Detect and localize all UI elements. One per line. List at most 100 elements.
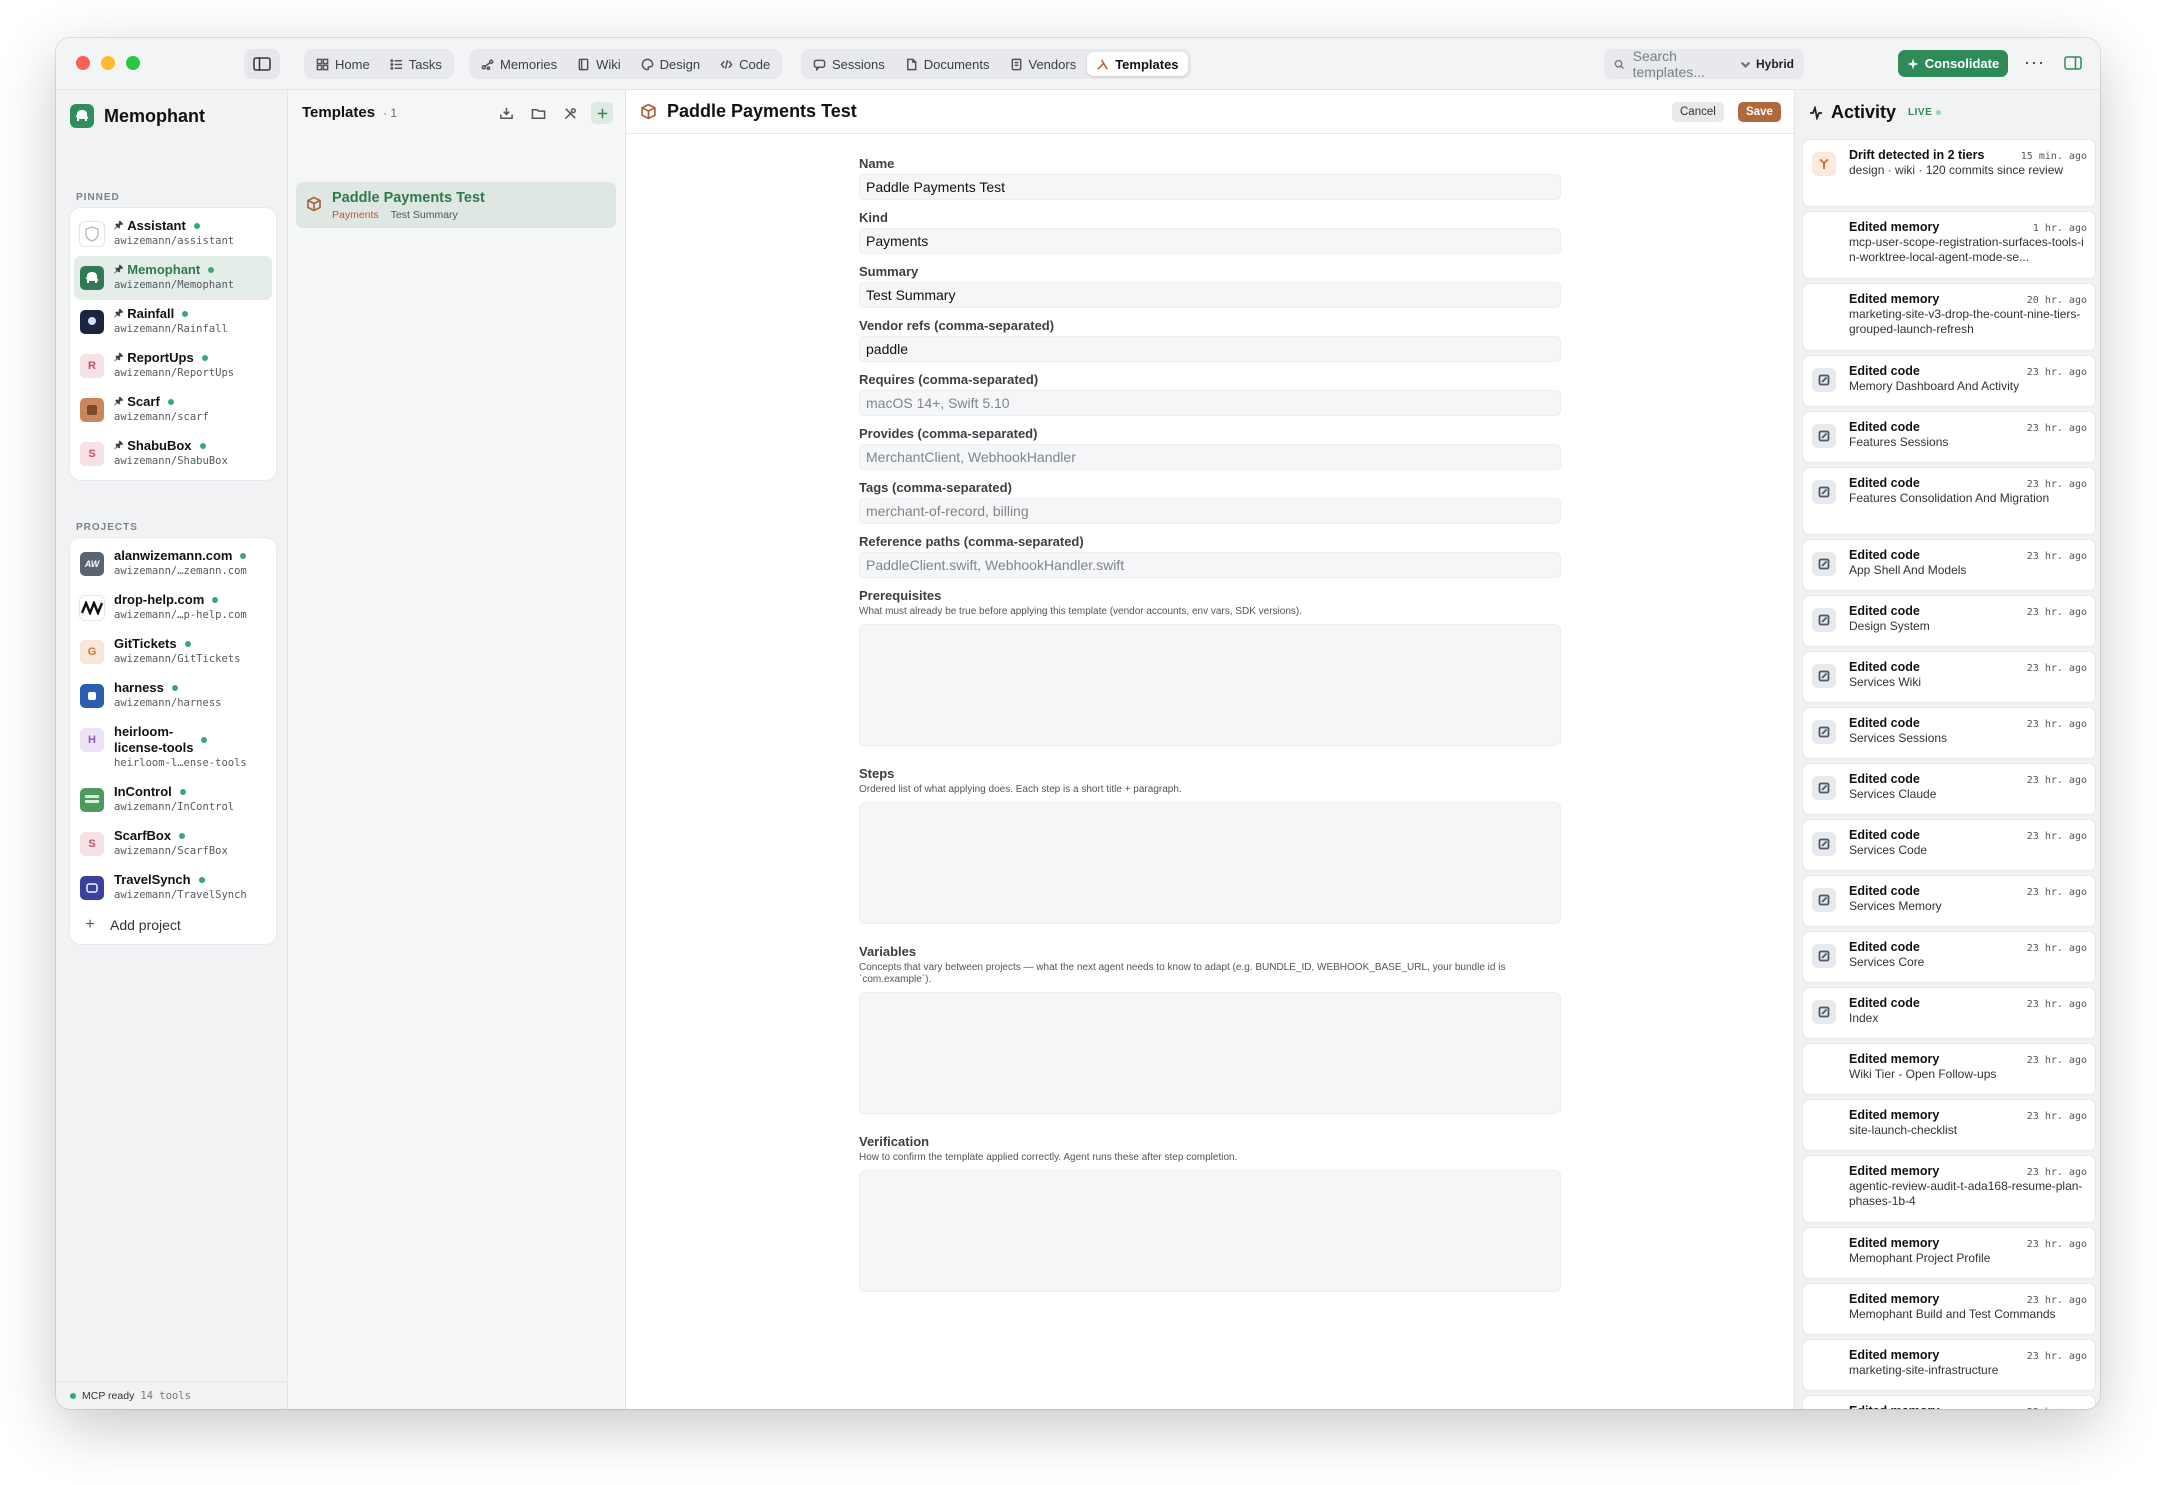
activity-icon: [1812, 776, 1836, 800]
tab-home[interactable]: Home: [307, 52, 379, 76]
activity-item[interactable]: Edited code 23 hr. ago Index: [1803, 988, 2095, 1038]
activity-item[interactable]: Edited memory 20 hr. ago marketing-site-v3…: [1803, 284, 2095, 350]
activity-time: 20 hr. ago: [2026, 295, 2087, 306]
activity-icon: [1812, 1056, 1836, 1080]
activity-item[interactable]: Edited memory 23 hr. ago agentic-review-au…: [1803, 1156, 2095, 1222]
activity-item[interactable]: Edited memory 1 hr. ago mcp-user-scope-reg…: [1803, 212, 2095, 278]
vendor-refs-input[interactable]: paddle: [859, 336, 1561, 362]
summary-input[interactable]: Test Summary: [859, 282, 1561, 308]
activity-description: marketing-site-infrastructure: [1849, 1363, 1999, 1377]
inspector-toggle-button[interactable]: [2060, 51, 2086, 75]
steps-textarea[interactable]: [859, 802, 1561, 924]
live-badge: LIVE: [1908, 107, 1942, 118]
activity-item[interactable]: Edited code 23 hr. ago Features Consolidat…: [1803, 468, 2095, 534]
project-avatar: [80, 398, 104, 422]
project-item-rainfall[interactable]: 🖈 Rainfall awizemann/Rainfall: [74, 300, 272, 344]
add-template-button[interactable]: [591, 102, 613, 124]
pin-icon: 🖈: [114, 308, 124, 319]
grid-icon: [316, 58, 329, 70]
tab-documents[interactable]: Documents: [896, 52, 999, 76]
project-item-drop-help-com[interactable]: drop-help.com awizemann/…p-help.com: [74, 586, 272, 630]
tags-input[interactable]: merchant-of-record, billing: [859, 498, 1561, 524]
project-item-incontrol[interactable]: InControl awizemann/InControl: [74, 778, 272, 822]
reference-paths-input[interactable]: PaddleClient.swift, WebhookHandler.swift: [859, 552, 1561, 578]
project-item-memophant[interactable]: 🖈 Memophant awizemann/Memophant: [74, 256, 272, 300]
project-item-gittickets[interactable]: G GitTickets awizemann/GitTickets: [74, 630, 272, 674]
kind-input[interactable]: Payments: [859, 228, 1561, 254]
status-dot: [240, 553, 247, 559]
activity-title-text: Edited code: [1849, 604, 1920, 618]
activity-time: 23 hr. ago: [2026, 943, 2087, 954]
consolidate-button[interactable]: Consolidate: [1898, 50, 2008, 77]
reference-paths-label: Reference paths (comma-separated): [859, 534, 1084, 549]
project-item-assistant[interactable]: 🖈 Assistant awizemann/assistant: [74, 212, 272, 256]
project-item-travelsynch[interactable]: TravelSynch awizemann/TravelSynch: [74, 866, 272, 910]
activity-item[interactable]: Edited memory 23 hr. ago marketing-site-in…: [1803, 1340, 2095, 1390]
project-item-scarf[interactable]: 🖈 Scarf awizemann/scarf: [74, 388, 272, 432]
add-project-button[interactable]: + Add project: [74, 910, 272, 940]
activity-item[interactable]: Edited memory 23 hr. ago Memophant Project…: [1803, 1228, 2095, 1278]
edit-code-icon: [1818, 486, 1830, 498]
activity-item[interactable]: Edited code 23 hr. ago Features Sessions: [1803, 412, 2095, 462]
edit-code-icon: [1818, 838, 1830, 850]
save-button[interactable]: Save: [1738, 102, 1781, 122]
tab-wiki[interactable]: Wiki: [568, 52, 630, 76]
provides-input[interactable]: MerchantClient, WebhookHandler: [859, 444, 1561, 470]
activity-item[interactable]: Edited memory23 hr. agomain-thread-hang-…: [1803, 1396, 2095, 1409]
tab-design[interactable]: Design: [632, 52, 709, 76]
template-summary: Test Summary: [390, 209, 458, 221]
requires-input[interactable]: macOS 14+, Swift 5.10: [859, 390, 1561, 416]
project-item-alanwizemann-com[interactable]: AW alanwizemann.com awizemann/…zemann.com: [74, 542, 272, 586]
editor-header: Paddle Payments Test: [626, 90, 1794, 134]
sidebar-toggle-button[interactable]: [244, 49, 280, 79]
template-tools-button[interactable]: [559, 102, 581, 124]
project-item-heirloom-license-tools[interactable]: Hheirloom-license-tools heirloom-l…ense-t…: [74, 718, 272, 778]
more-button[interactable]: ···: [2024, 52, 2045, 73]
vendor-refs-field-group: Vendor refs (comma-separated) paddle: [859, 318, 1561, 362]
zoom-window-button[interactable]: [126, 56, 140, 70]
tab-sessions[interactable]: Sessions: [804, 52, 894, 76]
activity-item[interactable]: Edited code 23 hr. ago Services Code: [1803, 820, 2095, 870]
project-item-scarfbox[interactable]: S ScarfBox awizemann/ScarfBox: [74, 822, 272, 866]
open-folder-button[interactable]: [527, 102, 549, 124]
activity-item[interactable]: Edited code 23 hr. ago Services Sessions: [1803, 708, 2095, 758]
name-input[interactable]: Paddle Payments Test: [859, 174, 1561, 200]
activity-title-text: Edited memory: [1849, 1236, 1940, 1250]
project-name-text: Assistant: [127, 218, 186, 233]
project-item-shabubox[interactable]: S 🖈 ShabuBox awizemann/ShabuBox: [74, 432, 272, 476]
tab-label: Vendors: [1028, 56, 1077, 72]
project-item-harness[interactable]: harness awizemann/harness: [74, 674, 272, 718]
activity-item[interactable]: Edited code 23 hr. ago Services Memory: [1803, 876, 2095, 926]
project-item-reportups[interactable]: R 🖈 ReportUps awizemann/ReportUps: [74, 344, 272, 388]
activity-item[interactable]: Drift detected in 2 tiers 15 min. ago desi…: [1803, 140, 2095, 206]
minimize-window-button[interactable]: [101, 56, 115, 70]
search-mode-dropdown[interactable]: Hybrid: [1739, 57, 1794, 71]
activity-item[interactable]: Edited code 23 hr. ago App Shell And Model…: [1803, 540, 2095, 590]
activity-title-text: Edited memory: [1849, 1404, 1939, 1409]
verification-textarea[interactable]: [859, 1170, 1561, 1292]
tab-memories[interactable]: Memories: [472, 52, 566, 76]
cancel-button[interactable]: Cancel: [1672, 102, 1724, 122]
edit-code-icon: [1818, 726, 1830, 738]
close-window-button[interactable]: [76, 56, 90, 70]
tab-templates[interactable]: Templates: [1087, 52, 1188, 76]
import-template-button[interactable]: [495, 102, 517, 124]
variables-textarea[interactable]: [859, 992, 1561, 1114]
tab-tasks[interactable]: Tasks: [381, 52, 451, 76]
activity-item[interactable]: Edited code 23 hr. ago Memory Dashboard An…: [1803, 356, 2095, 406]
chevron-down-icon: [1740, 61, 1751, 68]
activity-item[interactable]: Edited code 23 hr. ago Services Claude: [1803, 764, 2095, 814]
template-list-item[interactable]: Paddle Payments Test Payments Test Summa…: [296, 182, 616, 228]
activity-title-text: Edited memory: [1849, 1292, 1940, 1306]
activity-item[interactable]: Edited memory 23 hr. ago Wiki Tier - Open …: [1803, 1044, 2095, 1094]
search-input[interactable]: Search templates... Hybrid: [1604, 48, 1804, 80]
activity-item[interactable]: Edited code 23 hr. ago Design System: [1803, 596, 2095, 646]
activity-item[interactable]: Edited code 23 hr. ago Services Core: [1803, 932, 2095, 982]
activity-item[interactable]: Edited code 23 hr. ago Services Wiki: [1803, 652, 2095, 702]
tab-code[interactable]: Code: [711, 52, 779, 76]
tab-vendors[interactable]: Vendors: [1001, 52, 1086, 76]
activity-item[interactable]: Edited memory 23 hr. ago site-launch-check…: [1803, 1100, 2095, 1150]
activity-item[interactable]: Edited memory 23 hr. ago Memophant Build a…: [1803, 1284, 2095, 1334]
templates-list-header: Templates · 1: [302, 104, 397, 121]
prerequisites-textarea[interactable]: [859, 624, 1561, 746]
